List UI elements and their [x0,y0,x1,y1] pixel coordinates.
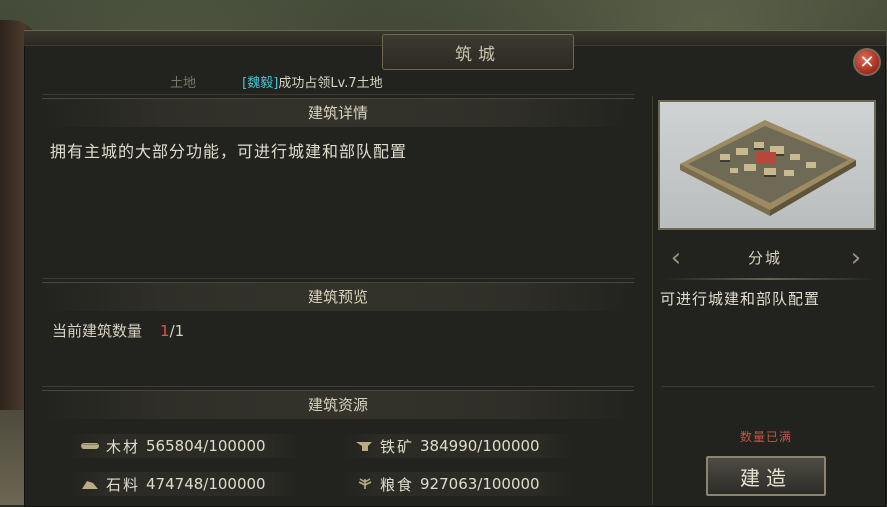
building-preview-image [658,100,876,230]
resource-name: 石料 [106,475,141,494]
status-note: 数量已满 [739,430,792,444]
variant-underline [664,278,874,280]
build-button[interactable]: 建造 [706,456,826,496]
close-button[interactable]: ✕ [853,48,881,76]
resource-wood: 木材 565804/100000 [80,434,266,458]
title-plate: 筑城 [382,34,574,70]
resource-name: 木材 [106,437,141,456]
divider [662,386,874,387]
resource-name: 铁矿 [380,437,415,456]
chevron-left-icon: ‹ [670,243,682,273]
resource-value: 927063/100000 [420,475,540,493]
count-total: /1 [169,322,185,340]
resource-grain: 粮食 927063/100000 [354,472,540,496]
resource-iron: 铁矿 384990/100000 [354,434,540,458]
count-label: 当前建筑数量 [52,322,143,340]
building-description: 拥有主城的大部分功能，可进行城建和部队配置 [50,142,408,161]
stone-icon [82,481,98,489]
chevron-right-icon: › [850,243,862,273]
details-section-title: 建筑详情 [42,98,634,127]
resources-section-title: 建筑资源 [42,390,634,419]
grain-icon [358,478,372,489]
building-variant-description: 可进行城建和部队配置 [660,290,821,308]
land-status-row: 土地 [魏毅]成功占领Lv.7土地 [170,72,383,91]
iron-icon [356,442,372,451]
close-icon: ✕ [859,51,875,73]
count-current: 1 [160,322,170,340]
resource-value: 565804/100000 [146,437,266,455]
building-count-row: 当前建筑数量 1/1 [52,320,184,341]
building-variant-name: 分城 [747,249,782,267]
resource-value: 474748/100000 [146,475,266,493]
resource-name: 粮食 [380,475,415,494]
panel-title: 筑城 [455,44,501,65]
resource-value: 384990/100000 [420,437,540,455]
next-variant-button[interactable]: › [846,240,866,276]
resource-stone: 石料 474748/100000 [80,472,266,496]
divider [42,386,634,387]
divider [42,94,634,95]
land-label: 土地 [170,76,197,91]
fortified-city-icon [680,120,856,216]
preview-section-title: 建筑预览 [42,282,634,311]
wood-icon [81,443,99,449]
land-status-text: 成功占领Lv.7土地 [278,76,383,91]
divider [42,278,634,279]
alliance-tag: [魏毅] [242,76,279,91]
prev-variant-button[interactable]: ‹ [666,240,686,276]
